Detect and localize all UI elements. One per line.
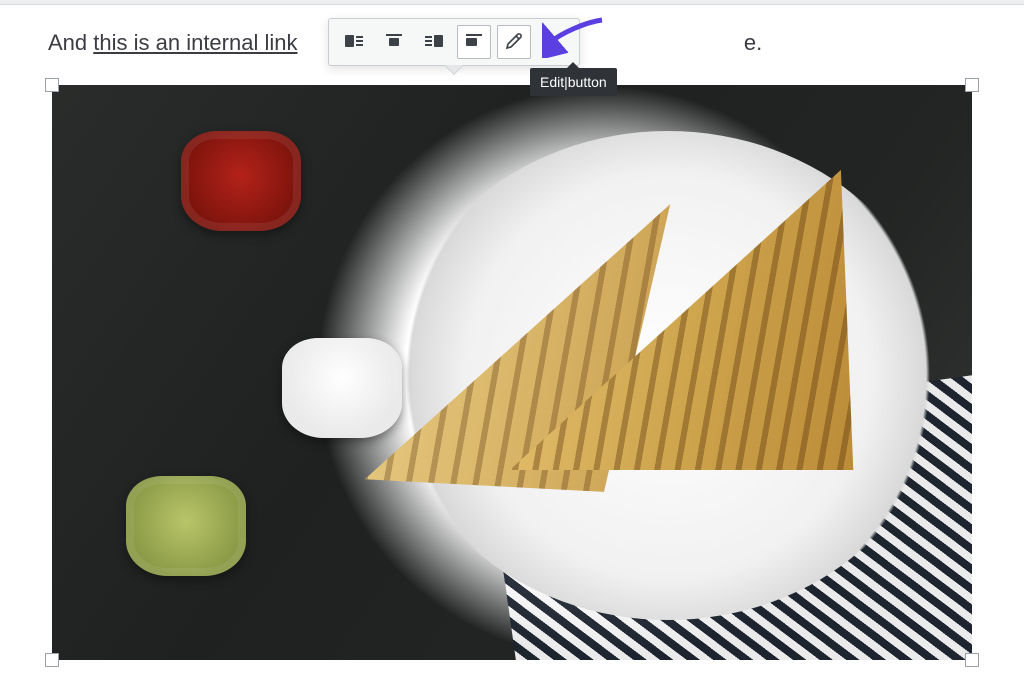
editor-content: And this is an internal link XXXXXXXXXXX… [0,8,1024,660]
resize-handle-bottom-right[interactable] [965,653,979,667]
pencil-icon [504,31,524,54]
resize-handle-top-left[interactable] [45,78,59,92]
resize-handle-bottom-left[interactable] [45,653,59,667]
image-toolbar [328,18,580,66]
align-center-icon [384,31,404,54]
tooltip-text: Edit|button [540,74,607,90]
image-placeholder[interactable] [52,85,972,660]
edit-button[interactable] [497,25,531,59]
align-right-button[interactable] [417,25,451,59]
align-left-icon [344,31,364,54]
paragraph-text-before: And [48,30,93,55]
resize-handle-top-right[interactable] [965,78,979,92]
align-left-button[interactable] [337,25,371,59]
align-none-icon [464,31,484,54]
close-icon [544,31,564,54]
align-none-button[interactable] [457,25,491,59]
window-top-edge [0,0,1024,5]
align-center-button[interactable] [377,25,411,59]
selected-image-wrapper[interactable] [52,85,972,660]
tooltip: Edit|button [530,68,617,96]
remove-button[interactable] [537,25,571,59]
align-right-icon [424,31,444,54]
paragraph-text-after: e. [744,30,762,55]
internal-link[interactable]: this is an internal link [93,30,297,55]
